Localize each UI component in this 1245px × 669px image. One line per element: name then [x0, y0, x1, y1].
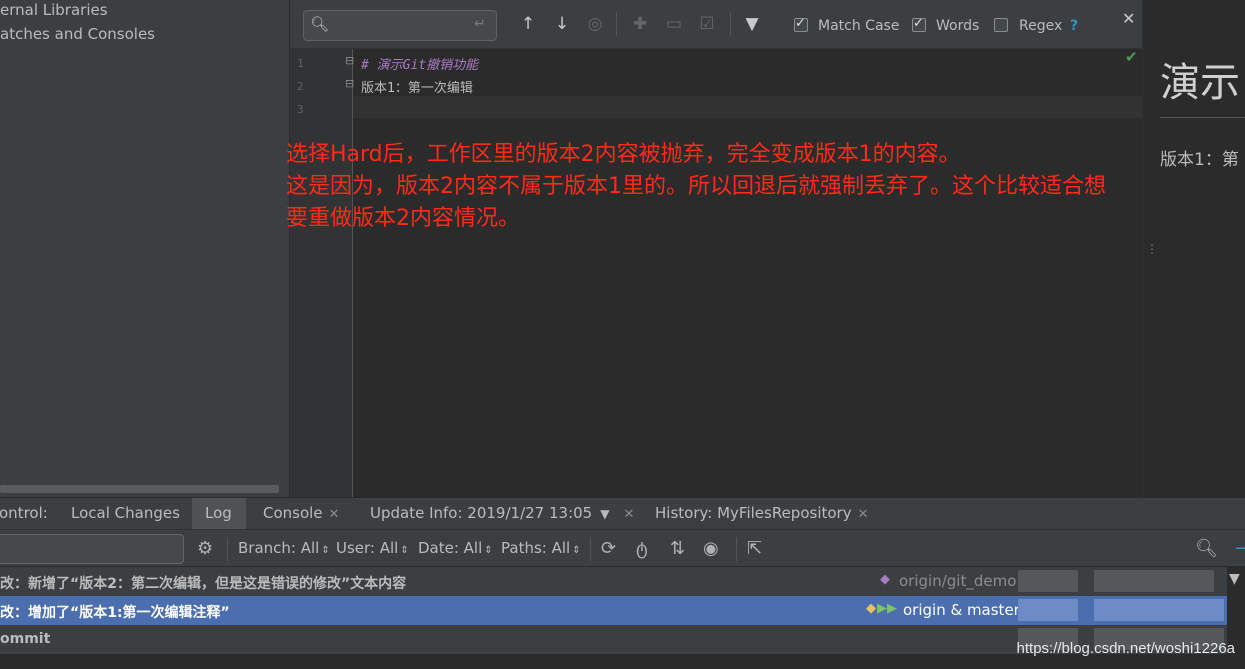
- commit-message: 改：新增了“版本2：第二次编辑，但是这是错误的修改”文本内容: [0, 573, 406, 593]
- annotation-line-3: 要重做版本2内容情况。: [286, 200, 520, 232]
- chevron-updown-icon: ⇕: [484, 545, 492, 556]
- editor-area[interactable]: [290, 0, 1142, 497]
- watermark: https://blog.csdn.net/woshi1226a: [1017, 640, 1235, 657]
- commit-refs: origin & master: [903, 601, 1020, 619]
- chevron-updown-icon: ⇕: [572, 545, 580, 556]
- code-line-2[interactable]: 版本1：第一次编辑: [361, 77, 473, 96]
- eye-icon[interactable]: ◉: [703, 538, 719, 559]
- gear-icon[interactable]: ⚙: [197, 538, 213, 559]
- regex-checkbox[interactable]: [994, 18, 1008, 32]
- fold-icon[interactable]: ⊟: [345, 54, 354, 67]
- regex-label[interactable]: Regex: [1019, 18, 1062, 34]
- preview-divider: [1160, 117, 1245, 118]
- tag-icon: ◆: [866, 601, 876, 616]
- branch-filter-label: Branch: All: [238, 539, 319, 557]
- tab-local-changes[interactable]: Local Changes: [71, 504, 180, 522]
- markdown-preview: 演示 版本1：第 ⋮: [1142, 0, 1245, 497]
- close-icon[interactable]: ✕: [329, 507, 340, 522]
- user-filter[interactable]: User: All⇕: [336, 539, 409, 557]
- separator: [616, 12, 617, 36]
- dropdown-arrow-icon[interactable]: ▼: [600, 507, 609, 521]
- search-icon[interactable]: 🔍︎: [310, 15, 329, 33]
- chevron-updown-icon: ⇕: [321, 545, 329, 556]
- next-occurrence-icon[interactable]: ↓: [552, 14, 572, 34]
- separator: [590, 537, 591, 561]
- chevron-updown-icon: ⇕: [400, 545, 408, 556]
- line-number: 3: [297, 103, 304, 116]
- tab-update-info[interactable]: Update Info: 2019/1/27 13:05 ▼ ✕: [370, 504, 634, 522]
- project-panel: ernal Libraries atches and Consoles: [0, 0, 290, 497]
- inspection-ok-icon: ✔: [1125, 48, 1138, 66]
- words-checkbox[interactable]: [912, 18, 926, 32]
- select-all-occurrences-icon[interactable]: ◎: [585, 14, 605, 34]
- select-occurrences-icon[interactable]: ☑: [697, 14, 717, 34]
- regex-help-link[interactable]: ?: [1070, 18, 1078, 34]
- annotation-line-1: 选择Hard后，工作区里的版本2内容被抛弃，完全变成版本1的内容。: [286, 136, 961, 168]
- commit-message: 改：增加了“版本1:第一次编辑注释”: [0, 602, 230, 622]
- search-input[interactable]: 🔍︎ ↵: [303, 10, 497, 41]
- separator: [730, 12, 731, 36]
- tab-console-label: Console: [263, 504, 323, 522]
- commit-refs: origin/git_demo: [899, 572, 1016, 590]
- sort-icon[interactable]: ⇅: [670, 538, 685, 559]
- find-bar: 🔍︎ ↵ ↑ ↓ ◎ ✚ ▭ ☑ ▼ Match Case Words Rege…: [290, 0, 1142, 49]
- paths-filter-label: Paths: All: [501, 539, 570, 557]
- close-find-icon[interactable]: ✕: [1122, 9, 1135, 28]
- blurred-author: [1018, 570, 1078, 592]
- annotation-line-2: 这是因为，版本2内容不属于版本1里的。所以回退后就强制丢弃了。这个比较适合想: [286, 168, 1106, 200]
- remove-occurrence-icon[interactable]: ▭: [664, 14, 684, 34]
- scroll-down-icon[interactable]: ▼: [1229, 571, 1240, 587]
- separator: [736, 537, 737, 561]
- blurred-date: [1094, 570, 1214, 592]
- branch-filter[interactable]: Branch: All⇕: [238, 539, 330, 557]
- words-label[interactable]: Words: [936, 18, 979, 34]
- current-line-highlight: [352, 96, 1142, 118]
- tree-item-scratches-consoles[interactable]: atches and Consoles: [0, 25, 155, 43]
- tab-console[interactable]: Console ✕: [263, 504, 339, 522]
- close-icon[interactable]: ✕: [858, 507, 869, 522]
- project-scrollbar[interactable]: [0, 485, 279, 493]
- add-occurrence-icon[interactable]: ✚: [630, 14, 650, 34]
- preview-heading: 演示: [1160, 50, 1240, 108]
- separator: [227, 537, 228, 561]
- line-number: 1: [297, 57, 304, 70]
- blurred-author: [1018, 599, 1078, 621]
- version-control-label: ontrol:: [0, 504, 48, 522]
- paths-filter[interactable]: Paths: All⇕: [501, 539, 581, 557]
- resize-handle-icon[interactable]: ⋮: [1146, 242, 1158, 256]
- open-external-icon[interactable]: ⇱: [747, 538, 762, 559]
- tab-update-info-label: Update Info: 2019/1/27 13:05: [370, 504, 592, 522]
- arrow-right-icon[interactable]: →: [1235, 538, 1245, 559]
- blurred-date: [1094, 599, 1224, 621]
- close-icon[interactable]: ✕: [623, 507, 634, 522]
- enter-icon: ↵: [474, 16, 486, 32]
- tag-icon: ◆: [880, 572, 890, 587]
- previous-occurrence-icon[interactable]: ↑: [518, 14, 538, 34]
- date-filter-label: Date: All: [418, 539, 482, 557]
- branch-icon: ▶▶: [877, 601, 897, 616]
- user-filter-label: User: All: [336, 539, 398, 557]
- log-toolbar: ⚙ Branch: All⇕ User: All⇕ Date: All⇕ Pat…: [0, 529, 1245, 567]
- commit-message: ommit: [0, 631, 50, 647]
- tree-item-external-libraries[interactable]: ernal Libraries: [0, 1, 108, 19]
- search-icon[interactable]: 🔍︎: [1195, 538, 1218, 559]
- tab-log[interactable]: Log: [205, 504, 232, 522]
- commit-row-selected[interactable]: 改：增加了“版本1:第一次编辑注释” ◆ ▶▶ origin & master: [0, 596, 1227, 625]
- cherry-pick-icon[interactable]: ტ: [636, 538, 648, 559]
- match-case-checkbox[interactable]: [794, 18, 808, 32]
- tool-window-tabs: ontrol: Local Changes Log Console ✕ Updat…: [0, 497, 1245, 529]
- match-case-label[interactable]: Match Case: [818, 18, 899, 34]
- line-number: 2: [297, 80, 304, 93]
- filter-icon[interactable]: ▼: [742, 14, 762, 34]
- refresh-icon[interactable]: ⟳: [601, 538, 616, 559]
- date-filter[interactable]: Date: All⇕: [418, 539, 493, 557]
- preview-text: 版本1：第: [1160, 145, 1239, 170]
- tab-history[interactable]: History: MyFilesRepository ✕: [655, 504, 869, 522]
- commit-row[interactable]: 改：新增了“版本2：第二次编辑，但是这是错误的修改”文本内容 ◆ origin/…: [0, 567, 1227, 596]
- fold-icon[interactable]: ⊟: [345, 77, 354, 90]
- tab-history-label: History: MyFilesRepository: [655, 504, 852, 522]
- code-line-1[interactable]: # 演示Git撤销功能: [361, 54, 478, 73]
- log-filter-input[interactable]: [0, 534, 184, 564]
